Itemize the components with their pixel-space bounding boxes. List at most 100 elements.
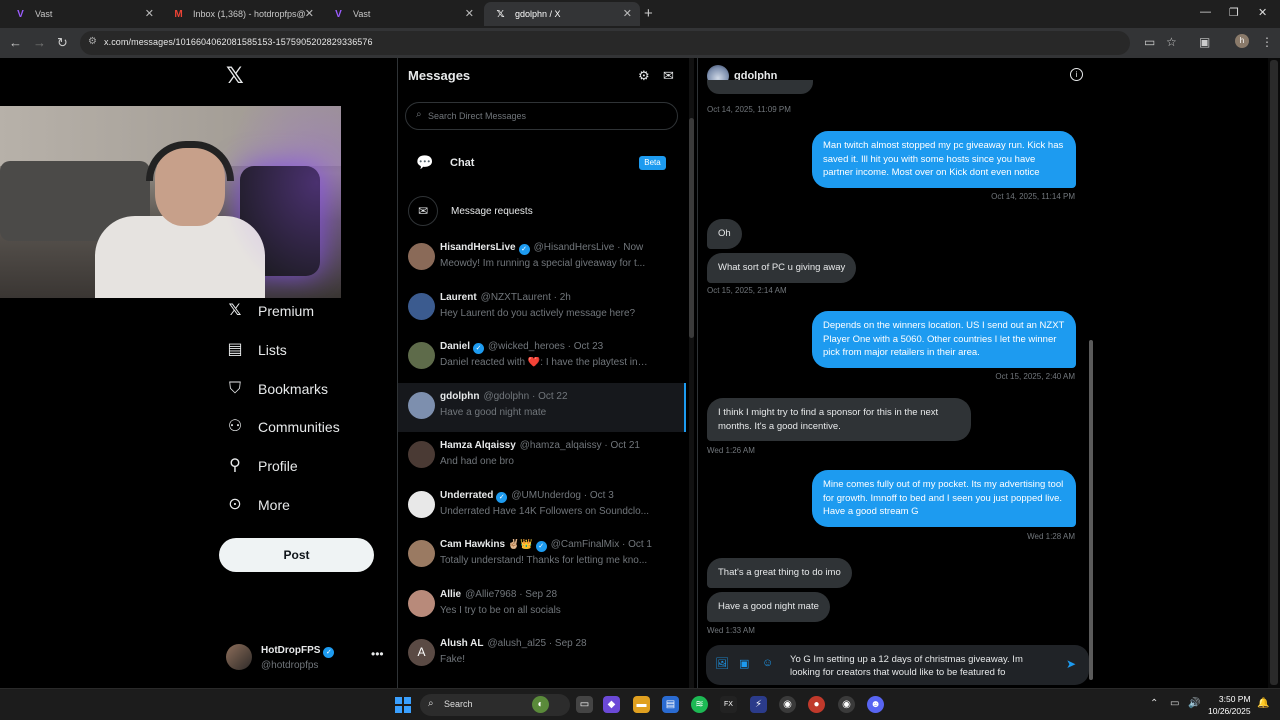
conversation-item[interactable]: HisandHersLive ✓ @HisandHersLive · Now Meow… (398, 234, 686, 283)
conversation-header-line: Daniel ✓ @wicked_heroes · Oct 23 (440, 341, 680, 354)
copilot-icon[interactable]: ◆ (603, 696, 620, 713)
conversation-item[interactable]: Allie @Allie7968 · Sep 28 Yes I try to be … (398, 581, 686, 630)
account-switcher[interactable]: HotDropFPS ✓ @hotdropfps ••• (226, 642, 386, 676)
communities-icon: ⚇ (227, 418, 243, 435)
hudfx-icon[interactable]: FX (720, 696, 737, 713)
v-logo-icon: V (335, 8, 342, 20)
conversation-meta: @CamFinalMix · Oct 1 (550, 539, 652, 550)
chrome-profile-icon[interactable]: ◉ (838, 696, 855, 713)
browser-tab-vast-2[interactable]: V Vast ✕ (322, 2, 482, 26)
widget-icon[interactable]: ◐ (532, 696, 549, 713)
gif-icon[interactable]: ▣ (739, 657, 749, 670)
new-tab-icon[interactable]: + (644, 5, 653, 22)
search-input[interactable]: ⌕ Search Direct Messages (405, 102, 678, 130)
conversation-item[interactable]: gdolphn @gdolphn · Oct 22 Have a good nigh… (398, 382, 686, 432)
conversation-list-scrollbar[interactable] (689, 58, 694, 688)
app-icon[interactable]: ⚡ (750, 696, 767, 713)
browser-menu-icon[interactable]: ⋮ (1261, 35, 1273, 49)
x-home-logo-icon[interactable]: 𝕏 (226, 65, 246, 87)
avatar (408, 243, 435, 270)
reload-icon[interactable]: ↻ (57, 35, 68, 51)
browser-profile-avatar[interactable]: h (1235, 34, 1249, 48)
notes-icon[interactable]: ▤ (662, 696, 679, 713)
conversation-header-line: Cam Hawkins ✌🏼👑 ✓ @CamFinalMix · Oct 1 (440, 539, 680, 552)
info-icon[interactable]: i (1070, 68, 1083, 81)
bookmark-icon: ⛉ (228, 380, 241, 397)
beta-badge: Beta (639, 156, 666, 170)
new-message-icon[interactable]: ✉ (663, 68, 674, 84)
chrome-icon[interactable]: ◉ (779, 696, 796, 713)
windows-start-icon[interactable] (395, 697, 411, 713)
avatar (408, 490, 435, 518)
message-timestamp: Oct 14, 2025, 11:09 PM (707, 105, 791, 114)
conversation-item[interactable]: Underrated ✓ @UMUnderdog · Oct 3 Underrated… (398, 482, 686, 531)
conversation-item[interactable]: A Alush AL @alush_al25 · Sep 28 Fake! (398, 630, 686, 679)
account-name-row: HotDropFPS ✓ (261, 645, 335, 658)
conversation-item[interactable]: Laurent @NZXTLaurent · 2h Hey Laurent do y… (398, 284, 686, 333)
spotify-icon[interactable]: ≋ (691, 696, 708, 713)
file-explorer-icon[interactable]: ▬ (633, 696, 650, 713)
thread-scrollbar[interactable] (1087, 58, 1095, 680)
back-icon[interactable]: ← (9, 35, 22, 50)
sidebar-item-communities[interactable]: ⚇ Communities (226, 414, 340, 440)
volume-icon[interactable]: 🔊 (1188, 698, 1200, 709)
verified-badge-icon: ✓ (535, 541, 547, 552)
address-bar[interactable]: ⚙ x.com/messages/1016604062081585153-157… (80, 31, 1130, 55)
browser-tab-vast-1[interactable]: V Vast ✕ (4, 2, 162, 26)
close-icon[interactable]: ✕ (305, 7, 314, 20)
sidebar-item-label: Lists (258, 342, 287, 358)
conversation-item[interactable]: Cam Hawkins ✌🏼👑 ✓ @CamFinalMix · Oct 1 Tota… (398, 531, 686, 580)
post-button[interactable]: Post (219, 538, 374, 572)
more-dots-icon[interactable]: ••• (371, 647, 384, 661)
chat-row[interactable]: 💬 Chat (416, 154, 676, 174)
cast-icon[interactable]: ▭ (1144, 35, 1155, 49)
page-scrollbar[interactable] (1268, 58, 1280, 688)
site-info-icon[interactable]: ⚙ (88, 36, 97, 47)
image-upload-icon[interactable]: 🖼 (715, 657, 729, 670)
emoji-icon[interactable]: ☺ (762, 657, 773, 669)
v-logo-icon: V (17, 8, 24, 20)
message-input[interactable]: Yo G Im setting up a 12 days of christma… (790, 653, 1052, 679)
url-text[interactable]: x.com/messages/1016604062081585153-15759… (104, 37, 373, 47)
conversation-item[interactable]: Daniel ✓ @wicked_heroes · Oct 23 Daniel rea… (398, 333, 686, 382)
sidebar-item-lists[interactable]: ▤ Lists (226, 337, 287, 363)
message-timestamp: Wed 1:33 AM (707, 626, 755, 635)
message-timestamp: Oct 15, 2025, 2:14 AM (707, 286, 787, 295)
side-panel-icon[interactable]: ▣ (1199, 35, 1210, 49)
conversation-name: Hamza Alqaissy (440, 440, 516, 451)
close-window-icon[interactable]: ✕ (1258, 6, 1267, 19)
settings-gear-icon[interactable]: ⚙ (638, 68, 650, 84)
sidebar-item-profile[interactable]: ⚲ Profile (226, 453, 298, 479)
close-icon[interactable]: ✕ (145, 7, 154, 20)
minimize-icon[interactable]: — (1200, 6, 1211, 18)
x-logo-icon: 𝕏 (496, 8, 505, 20)
message-requests-row[interactable]: ✉ Message requests (408, 196, 668, 226)
message-composer[interactable]: 🖼 ▣ ☺ Yo G Im setting up a 12 days of ch… (706, 645, 1089, 685)
conversation-header-line: Alush AL @alush_al25 · Sep 28 (440, 638, 680, 649)
conversation-header-line: Laurent @NZXTLaurent · 2h (440, 292, 680, 303)
discord-icon[interactable]: ☻ (867, 696, 884, 713)
bookmark-star-icon[interactable]: ☆ (1166, 35, 1177, 49)
task-view-icon[interactable]: ▭ (576, 696, 593, 713)
avatar (408, 391, 435, 419)
sidebar-item-bookmarks[interactable]: ⛉ Bookmarks (226, 376, 328, 402)
send-icon[interactable]: ➤ (1066, 657, 1076, 671)
restore-icon[interactable]: ❐ (1229, 6, 1239, 19)
sidebar-item-premium[interactable]: 𝕏 Premium (226, 298, 314, 324)
network-icon[interactable]: ▭ (1170, 698, 1179, 709)
close-icon[interactable]: ✕ (465, 7, 474, 20)
maps-pin-icon[interactable]: ● (808, 696, 825, 713)
forward-icon[interactable]: → (33, 35, 46, 50)
outgoing-message: Man twitch almost stopped my pc giveaway… (812, 131, 1076, 188)
taskbar-clock[interactable]: 3:50 PM 10/26/2025 (1208, 693, 1251, 717)
conversation-preview: Totally understand! Thanks for letting m… (440, 555, 648, 566)
browser-tab-gmail[interactable]: M Inbox (1,368) - hotdropfps@gm ✕ (162, 2, 322, 26)
conversation-item[interactable]: Hamza Alqaissy @hamza_alqaissy · Oct 21 An… (398, 432, 686, 481)
close-icon[interactable]: ✕ (623, 7, 632, 20)
tray-chevron-icon[interactable]: ⌃ (1150, 698, 1158, 709)
notification-bell-icon[interactable]: 🔔 (1257, 698, 1269, 709)
conversation-name: Alush AL (440, 638, 484, 649)
sidebar-item-more[interactable]: ⊙ More (226, 492, 290, 518)
browser-tab-gdolphn[interactable]: 𝕏 gdolphn / X ✕ (484, 2, 640, 26)
conversation-meta: @wicked_heroes · Oct 23 (488, 341, 604, 352)
